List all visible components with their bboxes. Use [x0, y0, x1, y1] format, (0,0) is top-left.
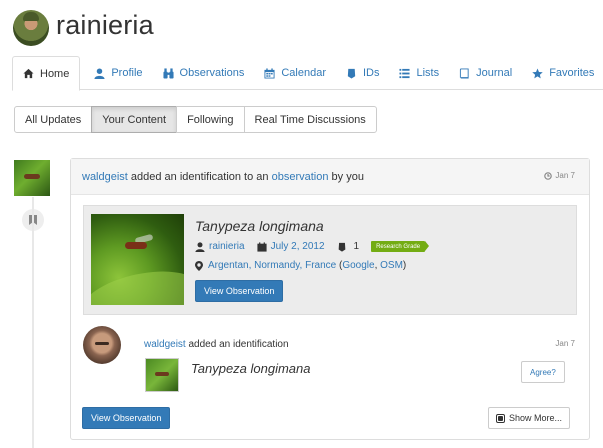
google-map-link[interactable]: Google — [342, 260, 374, 271]
leaf-shape — [91, 262, 184, 305]
update-header: waldgeist added an identification to an … — [71, 159, 589, 195]
tab-ids[interactable]: IDs — [336, 56, 390, 90]
calendar-icon — [264, 67, 275, 79]
tab-label: IDs — [362, 67, 380, 79]
home-icon — [23, 68, 34, 79]
identifier-avatar[interactable] — [83, 326, 121, 364]
tab-label: Lists — [416, 67, 440, 79]
actor-link[interactable]: waldgeist — [82, 171, 128, 183]
user-avatar[interactable] — [13, 10, 49, 46]
tab-label: Profile — [111, 67, 143, 79]
page-title: rainieria — [56, 10, 154, 40]
tab-label: Calendar — [281, 67, 326, 79]
tab-label: Journal — [476, 67, 513, 79]
user-icon — [94, 67, 105, 79]
expand-icon — [496, 413, 505, 423]
profile-tabs: Home Profile Observations Calendar IDs L… — [12, 56, 603, 91]
observation-place: Argentan, Normandy, France ( Google , OS… — [195, 260, 406, 271]
identification-taxon-thumbnail[interactable] — [145, 358, 179, 392]
observation-thumbnail[interactable] — [14, 160, 50, 196]
observer-link[interactable]: rainieria — [209, 241, 245, 252]
show-more-label: Show More... — [509, 413, 563, 423]
calendar-icon — [256, 241, 267, 252]
binoculars-icon — [162, 67, 174, 79]
filter-real-time-discussions[interactable]: Real Time Discussions — [243, 106, 377, 133]
tab-observations[interactable]: Observations — [153, 56, 255, 90]
identification-taxon[interactable]: Tanypeza longimana — [191, 361, 311, 376]
tab-label: Observations — [179, 67, 245, 79]
view-observation-button-footer[interactable]: View Observation — [82, 407, 171, 429]
tab-lists[interactable]: Lists — [389, 56, 449, 90]
tab-home[interactable]: Home — [12, 56, 81, 91]
tab-favorites[interactable]: Favorites — [522, 56, 603, 90]
list-icon — [399, 68, 411, 79]
book-icon — [459, 67, 470, 79]
show-more-button[interactable]: Show More... — [488, 407, 571, 429]
profile-header: rainieria — [0, 0, 603, 54]
tab-label: Favorites — [549, 67, 595, 79]
fly-body — [125, 242, 147, 249]
agree-button[interactable]: Agree? — [521, 361, 565, 383]
update-date-text: Jan 7 — [555, 171, 575, 180]
observed-date-link[interactable]: July 2, 2012 — [271, 241, 325, 252]
filter-following[interactable]: Following — [176, 106, 245, 133]
tab-journal[interactable]: Journal — [449, 56, 522, 90]
dashboard-filters: All Updates Your Content Following Real … — [14, 106, 377, 133]
tab-calendar[interactable]: Calendar — [254, 56, 336, 90]
observation-taxon[interactable]: Tanypeza longimana — [195, 218, 324, 234]
identification-date: Jan 7 — [555, 339, 575, 348]
map-marker-icon — [195, 260, 208, 271]
identification-header: waldgeist added an identification — [144, 339, 289, 350]
tab-label: Home — [40, 67, 70, 80]
tag-icon — [337, 242, 347, 252]
identification-text: added an identification — [185, 339, 289, 350]
osm-map-link[interactable]: OSM — [380, 260, 403, 271]
place-link[interactable]: Argentan, Normandy, France — [208, 260, 336, 271]
map-links-close: ) — [402, 260, 407, 271]
update-date: Jan 7 — [544, 171, 575, 180]
observation-meta: rainieria July 2, 2012 1 Research Grade — [195, 241, 430, 252]
tag-icon — [346, 68, 357, 79]
view-observation-button[interactable]: View Observation — [195, 280, 284, 302]
observation-link[interactable]: observation — [272, 171, 329, 183]
filter-your-content[interactable]: Your Content — [91, 106, 178, 133]
update-card: waldgeist added an identification to an … — [70, 158, 590, 440]
identifier-link[interactable]: waldgeist — [144, 339, 186, 350]
user-icon — [195, 241, 205, 252]
update-text-suffix: by you — [328, 170, 364, 183]
filter-all-updates[interactable]: All Updates — [14, 106, 93, 133]
research-grade-badge: Research Grade — [371, 241, 430, 252]
update-text: added an identification to an — [127, 170, 272, 183]
observation-summary: Tanypeza longimana rainieria July 2, 201… — [83, 205, 577, 315]
clock-icon — [544, 171, 553, 180]
id-count: 1 — [353, 241, 360, 252]
tab-profile[interactable]: Profile — [84, 56, 152, 90]
observation-photo[interactable] — [91, 214, 184, 305]
timeline-line — [32, 197, 34, 448]
star-icon — [532, 67, 543, 79]
